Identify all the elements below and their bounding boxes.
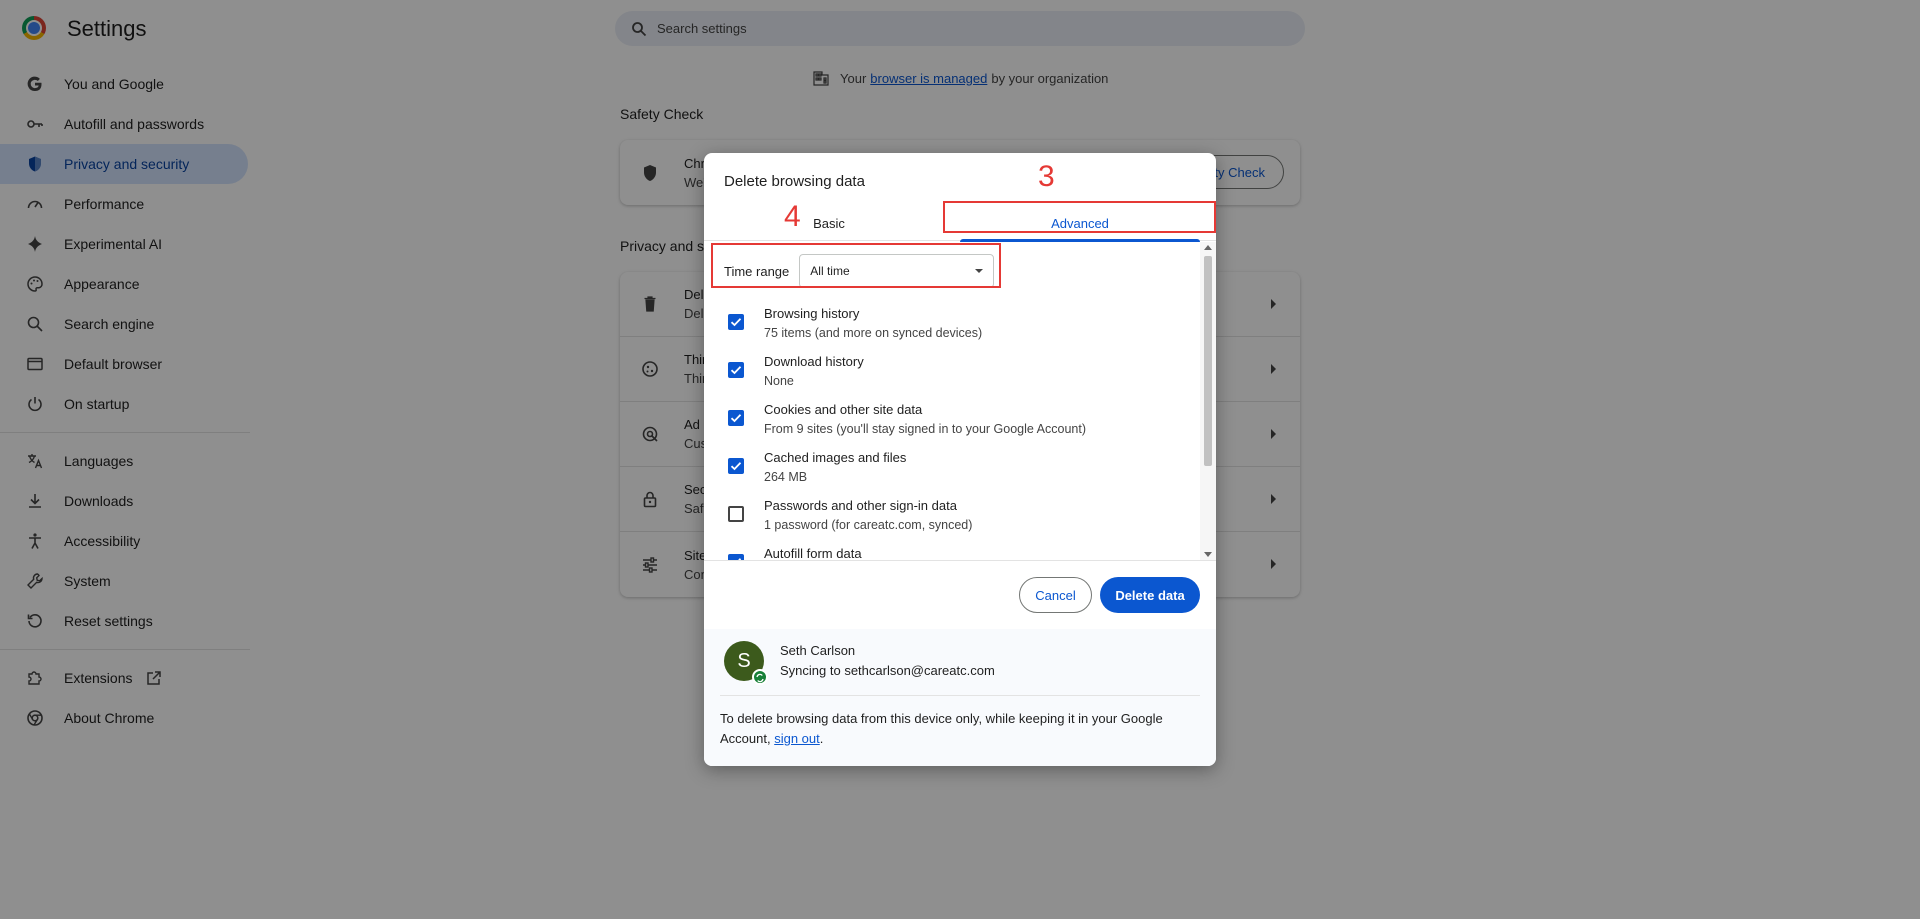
dialog-actions-divider	[704, 560, 1216, 561]
browsing-history-checkbox[interactable]	[728, 314, 744, 330]
scroll-up-icon[interactable]	[1204, 245, 1212, 250]
annotation-box-time-range	[711, 243, 1001, 288]
annotation-box-advanced-tab	[943, 201, 1216, 233]
option-cached-images[interactable]: Cached images and files 264 MB	[724, 448, 1184, 490]
sync-icon	[752, 669, 768, 685]
delete-data-button[interactable]: Delete data	[1100, 577, 1200, 613]
passwords-checkbox[interactable]	[728, 506, 744, 522]
tab-basic[interactable]: Basic	[709, 205, 949, 241]
dialog-footer: S Seth Carlson Syncing to sethcarlson@ca…	[704, 629, 1216, 766]
dialog-scrollbar[interactable]	[1200, 242, 1216, 560]
option-passwords[interactable]: Passwords and other sign-in data 1 passw…	[724, 496, 1184, 538]
scroll-down-icon[interactable]	[1204, 552, 1212, 557]
cookies-checkbox[interactable]	[728, 410, 744, 426]
option-cookies[interactable]: Cookies and other site data From 9 sites…	[724, 400, 1184, 442]
account-sync-status: Syncing to sethcarlson@careatc.com	[780, 663, 995, 678]
option-download-history[interactable]: Download history None	[724, 352, 1184, 394]
download-history-checkbox[interactable]	[728, 362, 744, 378]
annotation-number-3: 3	[1038, 160, 1055, 193]
footer-divider	[720, 695, 1200, 696]
option-autofill[interactable]: Autofill form data	[724, 544, 1184, 560]
scrollbar-thumb[interactable]	[1204, 256, 1212, 466]
annotation-number-4: 4	[784, 200, 801, 233]
footer-note: To delete browsing data from this device…	[720, 711, 1163, 746]
option-browsing-history[interactable]: Browsing history 75 items (and more on s…	[724, 304, 1184, 346]
account-name: Seth Carlson	[780, 643, 856, 658]
cancel-button[interactable]: Cancel	[1019, 577, 1092, 613]
dialog-title: Delete browsing data	[724, 173, 865, 190]
sign-out-link[interactable]: sign out	[774, 731, 820, 746]
cached-images-checkbox[interactable]	[728, 458, 744, 474]
options-scroll-area[interactable]: Time range All time Browsing history 75 …	[704, 242, 1216, 560]
